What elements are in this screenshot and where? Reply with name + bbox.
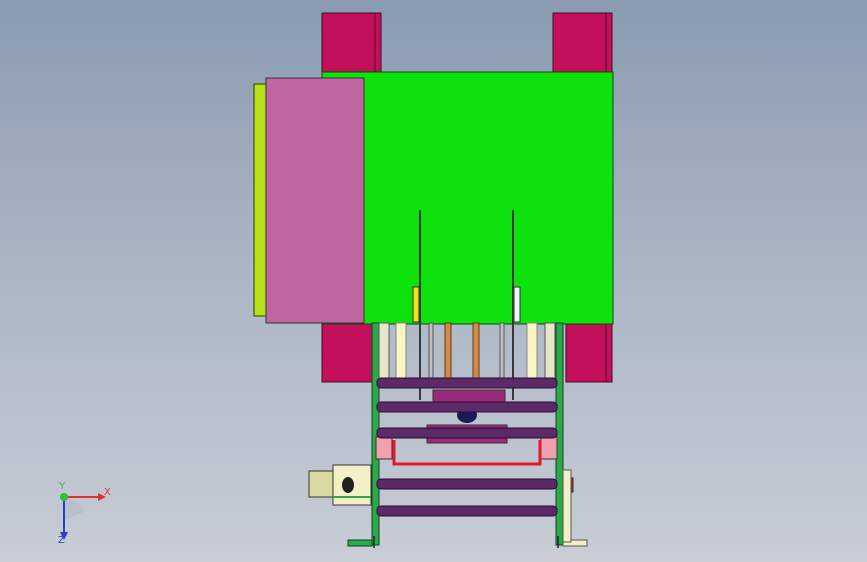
y-axis-label: Y [59,481,66,492]
side-plate[interactable] [253,83,268,317]
bottom-right-post[interactable] [565,319,613,383]
pink-cover[interactable] [265,77,365,324]
top-left-post[interactable] [321,12,382,76]
z-axis-label: Z [58,535,65,546]
white-tab[interactable] [513,286,521,323]
bottom-left-post[interactable] [321,319,373,383]
top-right-post[interactable] [552,12,613,76]
yellow-tab[interactable] [412,286,420,323]
x-axis-label: X [104,487,111,498]
axis-triad: X Y Z [40,480,120,550]
y-axis-dot [60,493,68,501]
main-frame[interactable] [321,71,614,325]
machine-model[interactable] [0,0,867,562]
3d-viewport[interactable]: X Y Z [0,0,867,562]
